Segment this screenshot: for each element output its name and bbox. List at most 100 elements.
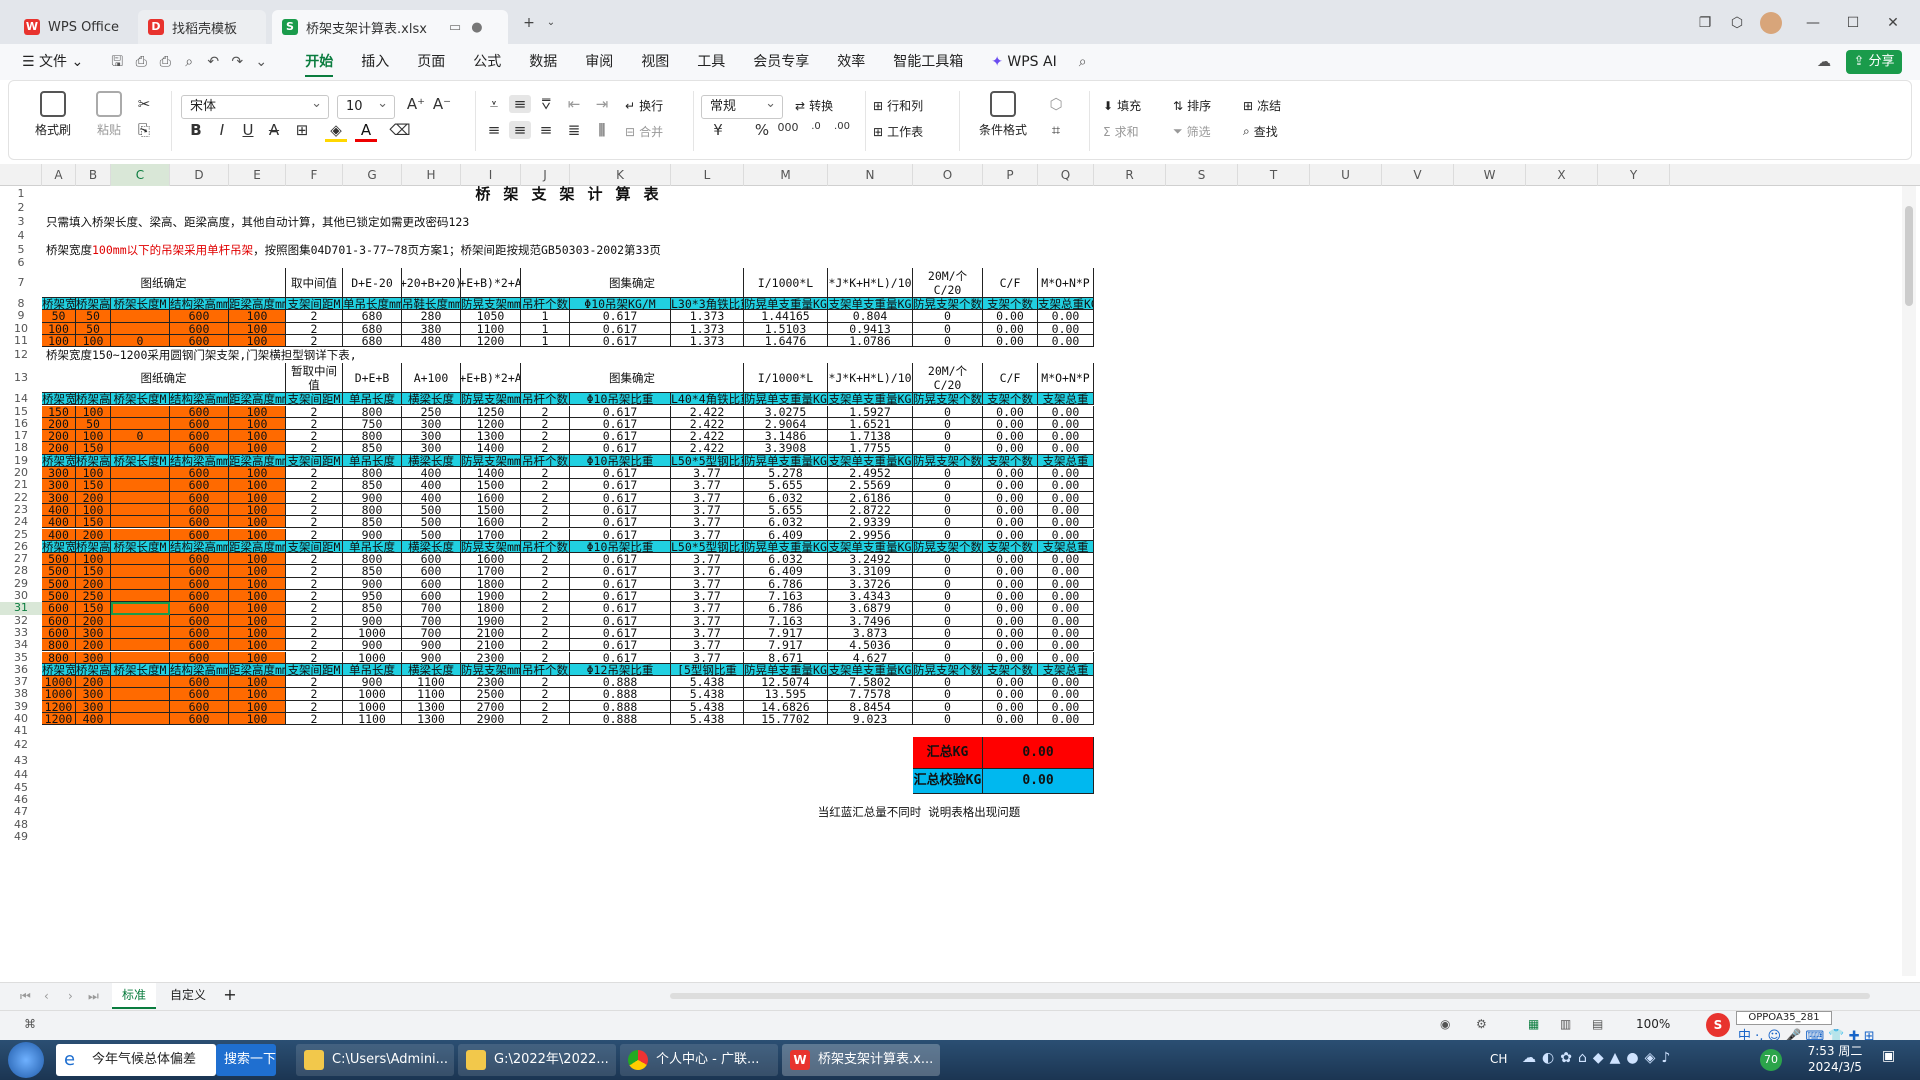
data-cell[interactable]: 150 [76, 565, 111, 578]
data-cell[interactable]: 2 [286, 479, 343, 492]
fill-button[interactable]: ⬇ 填充 [1103, 97, 1141, 114]
data-cell[interactable]: 600 [170, 467, 229, 480]
subheader-cell[interactable]: 防晃单支重量KG [744, 454, 828, 467]
header-h[interactable]: A+100 [402, 363, 461, 394]
data-cell[interactable]: 200 [76, 528, 111, 541]
data-cell[interactable]: 0.00 [983, 626, 1038, 640]
data-cell[interactable]: 6.786 [744, 602, 828, 615]
data-cell[interactable]: 2 [286, 417, 343, 431]
data-cell[interactable]: 2300 [461, 676, 521, 689]
data-cell[interactable]: 600 [170, 310, 229, 323]
customize-icon[interactable]: ⌄ [249, 50, 273, 74]
data-cell[interactable]: 100 [229, 417, 286, 431]
data-cell[interactable]: 0.00 [1038, 688, 1094, 701]
data-cell[interactable]: 0.00 [983, 651, 1038, 664]
wrap-text-button[interactable]: ↵ 换行 [625, 97, 663, 114]
data-cell[interactable]: 2 [521, 417, 570, 431]
fill-color-icon[interactable]: ◈ [325, 121, 347, 142]
data-cell[interactable]: 800 [343, 553, 402, 566]
data-cell[interactable]: 400 [402, 479, 461, 492]
data-cell[interactable] [111, 651, 170, 664]
data-cell[interactable]: 700 [402, 626, 461, 640]
subheader-cell[interactable]: 防晃支架个数 [913, 393, 983, 406]
header-atlas[interactable]: 图集确定 [521, 268, 744, 298]
data-cell[interactable]: 800 [343, 430, 402, 443]
data-cell[interactable]: 0.617 [570, 614, 671, 627]
data-cell[interactable]: 100 [229, 334, 286, 348]
data-cell[interactable]: 50 [42, 310, 76, 323]
menu-smart-toolbox[interactable]: 智能工具箱 [879, 44, 977, 80]
data-cell[interactable]: 3.77 [671, 639, 744, 652]
data-cell[interactable]: 1300 [402, 713, 461, 726]
subheader-cell[interactable]: 防晃单支重量KG [744, 298, 828, 311]
data-cell[interactable]: 3.4343 [828, 590, 913, 603]
data-cell[interactable]: 0.00 [1038, 491, 1094, 504]
last-sheet-icon[interactable]: ⏭ [88, 989, 99, 1004]
subheader-cell[interactable]: 支架单支重量KG [828, 663, 913, 677]
data-cell[interactable]: 200 [76, 676, 111, 689]
row-header[interactable]: 14 [0, 392, 42, 405]
column-header-d[interactable]: D [170, 164, 229, 186]
data-cell[interactable]: 100 [76, 553, 111, 566]
data-cell[interactable]: 1000 [42, 676, 76, 689]
header-n[interactable]: (G*J*K+H*L)/1000 [828, 363, 913, 394]
data-cell[interactable]: 100 [42, 334, 76, 348]
data-cell[interactable]: 600 [170, 626, 229, 640]
header-h[interactable]: (A+20+B+20)*2 [402, 268, 461, 298]
data-cell[interactable]: 1000 [343, 651, 402, 664]
data-cell[interactable]: 3.77 [671, 553, 744, 566]
column-header-e[interactable]: E [229, 164, 286, 186]
data-cell[interactable]: 2.422 [671, 430, 744, 443]
data-cell[interactable]: 600 [170, 602, 229, 615]
column-header-h[interactable]: H [402, 164, 461, 186]
data-cell[interactable]: 0.617 [570, 430, 671, 443]
header-m[interactable]: I/1000*L [744, 363, 828, 394]
subheader-cell[interactable]: 支架总重 [1038, 454, 1094, 467]
data-cell[interactable]: 900 [343, 491, 402, 504]
data-cell[interactable]: 0 [111, 430, 170, 443]
data-cell[interactable]: 2 [521, 688, 570, 701]
data-cell[interactable]: 600 [170, 322, 229, 335]
print-preview-icon[interactable]: ⌕ [177, 50, 201, 74]
data-cell[interactable]: 2 [286, 310, 343, 323]
data-cell[interactable]: 3.3908 [744, 442, 828, 455]
data-cell[interactable]: 2 [286, 405, 343, 418]
data-cell[interactable] [111, 467, 170, 480]
data-cell[interactable]: 2 [286, 491, 343, 504]
next-sheet-icon[interactable]: › [68, 989, 73, 1003]
column-header-t[interactable]: T [1238, 164, 1310, 186]
data-cell[interactable]: 0 [913, 491, 983, 504]
subheader-cell[interactable]: L50*5型钢比重 [671, 540, 744, 554]
subheader-cell[interactable]: 防晃支架mm [461, 393, 521, 406]
check-label[interactable]: 汇总校验KG [913, 769, 983, 794]
data-cell[interactable] [111, 553, 170, 566]
row-header[interactable]: 11 [0, 334, 42, 347]
data-cell[interactable]: 600 [170, 334, 229, 348]
tab-wps-office[interactable]: W WPS Office [14, 10, 132, 44]
data-cell[interactable]: 2 [521, 405, 570, 418]
data-cell[interactable] [111, 516, 170, 529]
data-cell[interactable]: 1700 [461, 565, 521, 578]
data-cell[interactable]: 100 [229, 688, 286, 701]
data-cell[interactable]: 0.00 [983, 442, 1038, 455]
data-cell[interactable]: 1100 [343, 713, 402, 726]
column-header-x[interactable]: X [1526, 164, 1598, 186]
data-cell[interactable]: 100 [229, 310, 286, 323]
data-cell[interactable]: 2 [286, 602, 343, 615]
data-cell[interactable]: 600 [170, 417, 229, 431]
data-cell[interactable]: 1.7138 [828, 430, 913, 443]
data-cell[interactable]: 1800 [461, 602, 521, 615]
taskbar-explorer-1[interactable]: C:\Users\Admini... [296, 1044, 454, 1076]
data-cell[interactable]: 0 [913, 626, 983, 640]
data-cell[interactable]: 200 [76, 639, 111, 652]
data-cell[interactable]: 2 [286, 590, 343, 603]
data-cell[interactable]: 0.617 [570, 590, 671, 603]
column-header-k[interactable]: K [570, 164, 671, 186]
data-cell[interactable]: 6.032 [744, 491, 828, 504]
data-cell[interactable]: 2 [521, 713, 570, 726]
data-cell[interactable]: 2 [286, 700, 343, 713]
header-i[interactable]: (D/2+E+B)*2+A+100 [461, 363, 521, 394]
data-cell[interactable]: 6.409 [744, 528, 828, 541]
add-sheet-button[interactable]: + [220, 983, 240, 1009]
data-cell[interactable]: 8.8454 [828, 700, 913, 713]
